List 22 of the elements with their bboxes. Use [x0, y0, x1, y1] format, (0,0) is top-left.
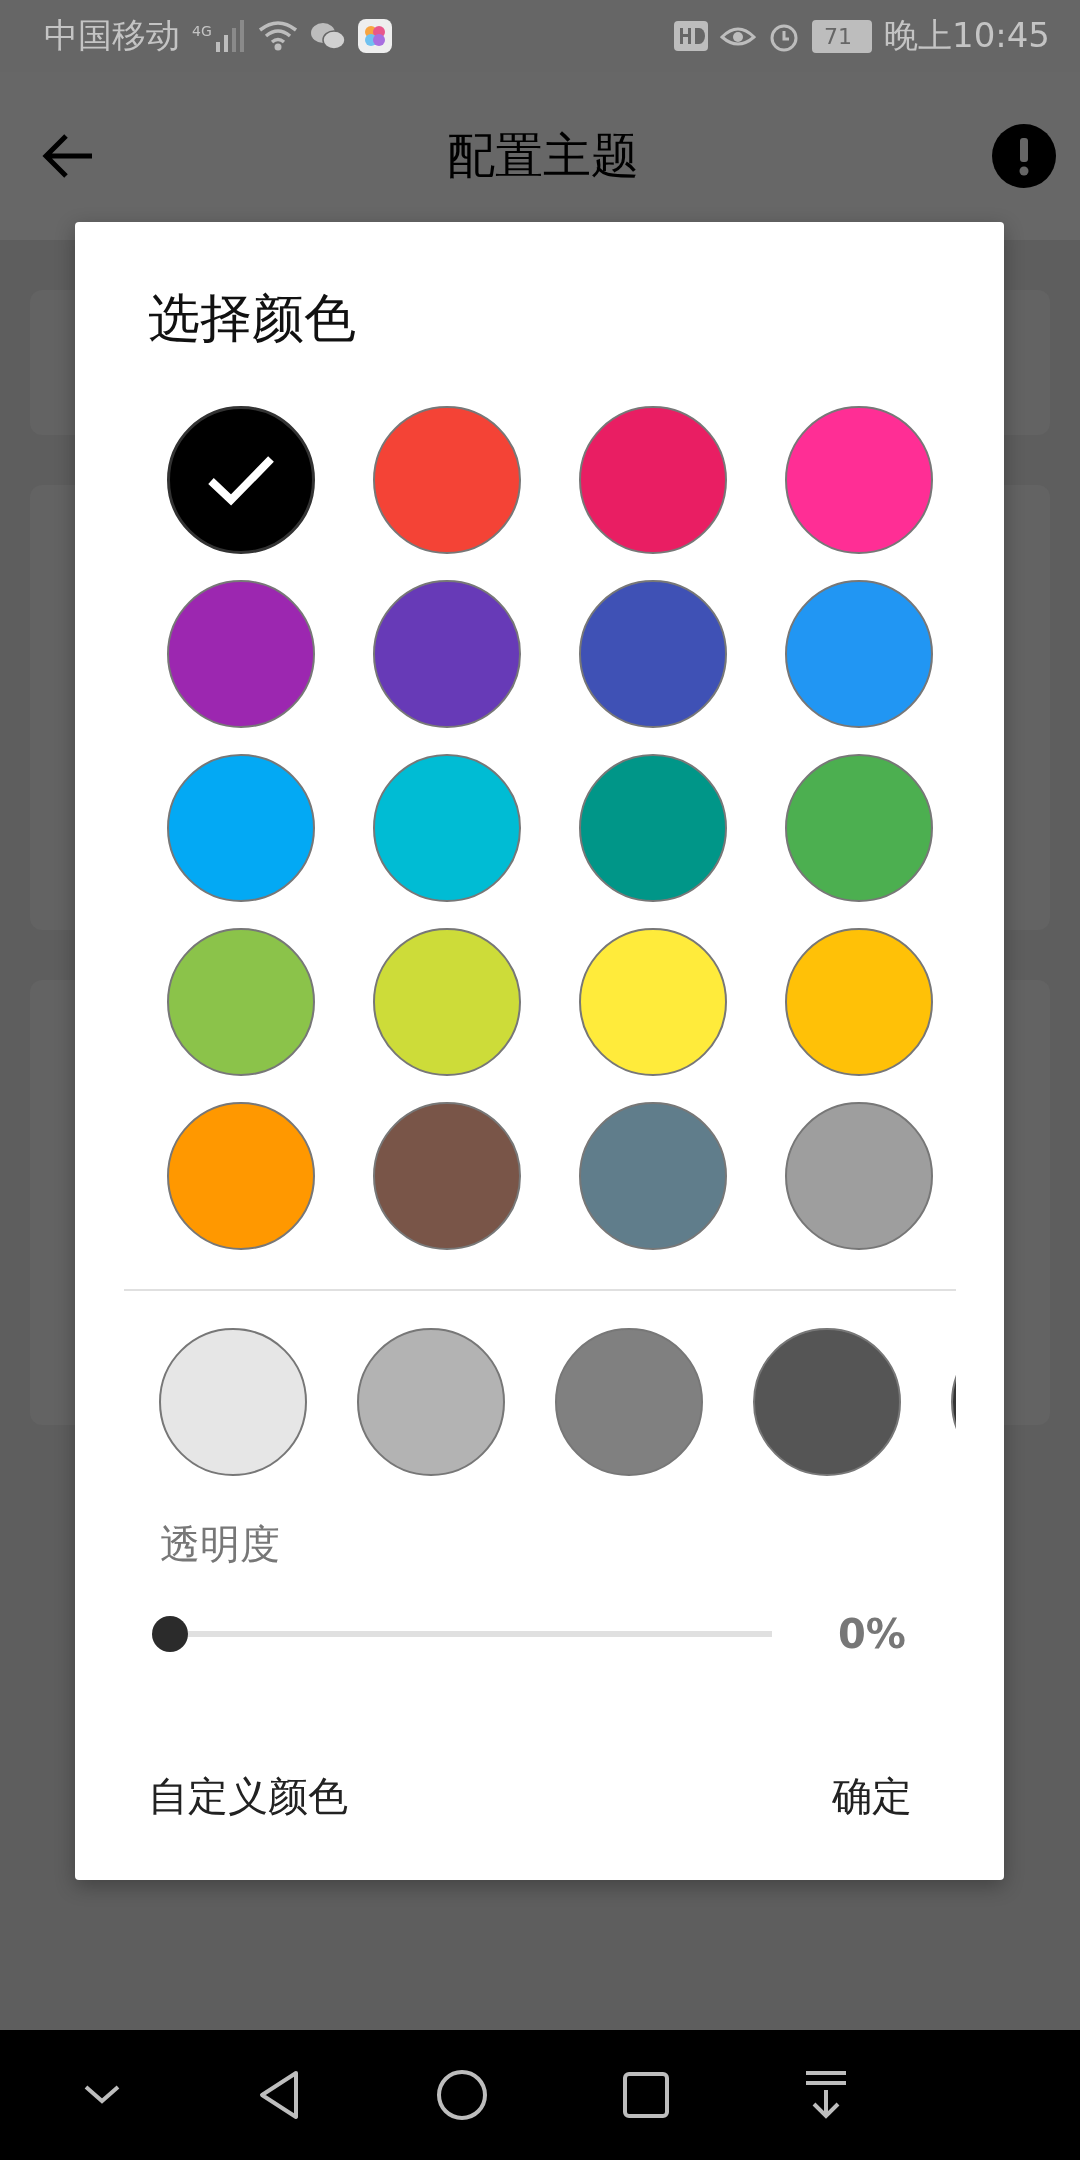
chat-icon [309, 21, 346, 51]
network-type: 4G [192, 23, 212, 39]
pull-down-icon[interactable] [804, 2070, 848, 2120]
slider-thumb[interactable] [152, 1616, 188, 1652]
app-icon [357, 19, 392, 53]
opacity-value: 0% [838, 1611, 906, 1657]
page-title: 配置主题 [447, 126, 639, 185]
wifi-icon [257, 20, 298, 52]
back-arrow-icon[interactable] [42, 134, 94, 178]
home-icon[interactable] [436, 2069, 488, 2121]
opacity-label: 透明度 [160, 1520, 281, 1569]
opacity-slider[interactable] [152, 1616, 772, 1652]
hd-icon [674, 21, 708, 51]
clock-time: 晚上10:45 [884, 14, 1050, 57]
signal-icon [215, 20, 246, 52]
dialog-button[interactable]: 自定义颜色 [138, 1759, 358, 1834]
dialog-button[interactable]: 确定 [822, 1759, 922, 1834]
battery-indicator: 71 [812, 19, 872, 53]
recents-icon[interactable] [622, 2071, 670, 2119]
carrier-name: 中国移动 [44, 14, 180, 57]
dialog-title: 选择颜色 [148, 287, 357, 350]
info-icon[interactable] [992, 124, 1056, 188]
